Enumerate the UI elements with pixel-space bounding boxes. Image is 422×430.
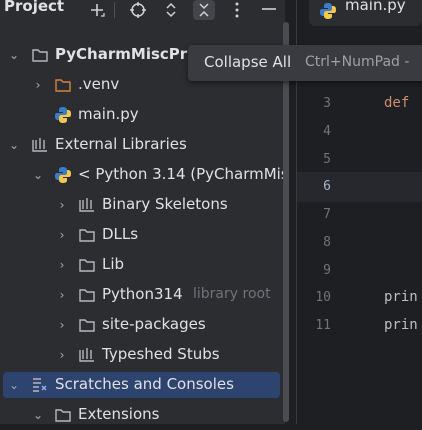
minimize-icon[interactable]	[258, 0, 280, 20]
tree-item-extensions[interactable]: ⌄ Extensions	[0, 400, 285, 430]
tooltip-shortcut: Ctrl+NumPad -	[305, 54, 410, 70]
python-icon	[55, 167, 71, 183]
tree-item-label: External Libraries	[55, 135, 187, 153]
folder-icon	[79, 289, 95, 302]
chevron-right-icon[interactable]: ›	[56, 286, 68, 304]
chevron-right-icon[interactable]: ›	[32, 76, 44, 94]
tree-item-external-libraries[interactable]: ⌄ External Libraries	[0, 130, 285, 160]
chevron-right-icon[interactable]: ›	[56, 316, 68, 334]
tree-item-binary-skeletons[interactable]: › Binary Skeletons	[0, 190, 285, 220]
tree-item-main-py[interactable]: main.py	[0, 100, 285, 130]
line-number: 10	[315, 290, 331, 305]
tab-label: main.py	[345, 0, 406, 14]
line-number-current: 6	[323, 179, 331, 194]
python-file-icon	[320, 3, 336, 19]
code-print: prin	[384, 317, 418, 333]
tree-item-python314[interactable]: › Python314 library root	[0, 280, 285, 310]
collapse-all-icon[interactable]	[193, 0, 215, 20]
chevron-right-icon[interactable]: ›	[56, 226, 68, 244]
tree-item-label: Binary Skeletons	[102, 195, 228, 213]
header-separator	[114, 2, 115, 18]
tree-item-label: .venv	[78, 75, 120, 93]
expand-all-icon[interactable]	[160, 0, 182, 20]
tree-item-label: Python314	[102, 285, 183, 303]
folder-icon	[79, 229, 95, 242]
tree-item-python-sdk[interactable]: ⌄ < Python 3.14 (PyCharmMis	[0, 160, 289, 190]
line-number: 3	[323, 96, 331, 111]
add-icon[interactable]	[86, 0, 108, 20]
tree-item-label: Typeshed Stubs	[102, 345, 220, 363]
folder-icon	[79, 259, 95, 272]
scratches-icon	[33, 378, 47, 392]
chevron-down-icon[interactable]: ⌄	[32, 406, 44, 424]
line-number: 9	[323, 263, 331, 278]
library-icon	[32, 138, 47, 152]
project-header: Project	[0, 0, 285, 20]
library-icon	[79, 348, 94, 362]
line-number: 11	[315, 318, 331, 333]
chevron-down-icon[interactable]: ⌄	[32, 166, 44, 184]
folder-icon	[79, 319, 95, 332]
chevron-down-icon[interactable]: ⌄	[8, 376, 20, 394]
tab-main-py[interactable]: main.py	[309, 0, 422, 26]
tree-item-typeshed-stubs[interactable]: › Typeshed Stubs	[0, 340, 285, 370]
tree-item-label: < Python 3.14 (PyCharmMis	[78, 165, 289, 183]
python-file-icon	[55, 107, 71, 123]
tree-item-scratches-and-consoles[interactable]: ⌄ Scratches and Consoles	[0, 370, 285, 400]
library-icon	[79, 198, 94, 212]
line-number: 8	[323, 235, 331, 250]
tree-item-lib[interactable]: › Lib	[0, 250, 285, 280]
chevron-right-icon[interactable]: ›	[56, 256, 68, 274]
folder-icon	[32, 49, 48, 62]
chevron-down-icon[interactable]: ⌄	[8, 46, 20, 64]
tree-item-label: Lib	[102, 255, 125, 273]
locate-icon[interactable]	[127, 0, 149, 20]
line-number: 5	[323, 152, 331, 167]
tree-item-label: DLLs	[102, 225, 139, 243]
tooltip-text: Collapse All	[204, 53, 292, 71]
tree-item-label: main.py	[78, 105, 139, 123]
tree-item-site-packages[interactable]: › site-packages	[0, 310, 285, 340]
tree-item-label: PyCharmMiscPr	[55, 45, 188, 63]
more-options-icon[interactable]	[226, 0, 248, 20]
tree-item-label: site-packages	[102, 315, 206, 333]
tree-item-label: Extensions	[78, 405, 160, 423]
collapse-all-tooltip: Collapse All Ctrl+NumPad -	[188, 45, 422, 81]
folder-orange-icon	[55, 79, 71, 92]
chevron-right-icon[interactable]: ›	[56, 196, 68, 214]
chevron-down-icon[interactable]: ⌄	[8, 136, 20, 154]
tree-scrollbar[interactable]	[283, 22, 289, 422]
code-print: prin	[384, 289, 418, 305]
library-root-hint: library root	[193, 286, 271, 302]
tree-item-dlls[interactable]: › DLLs	[0, 220, 285, 250]
folder-icon	[55, 409, 71, 422]
project-title: Project	[4, 0, 65, 15]
chevron-right-icon[interactable]: ›	[56, 346, 68, 364]
line-number: 7	[323, 207, 331, 222]
line-number: 4	[323, 124, 331, 139]
code-keyword-def: def	[384, 95, 410, 111]
tree-item-label: Scratches and Consoles	[55, 375, 234, 393]
